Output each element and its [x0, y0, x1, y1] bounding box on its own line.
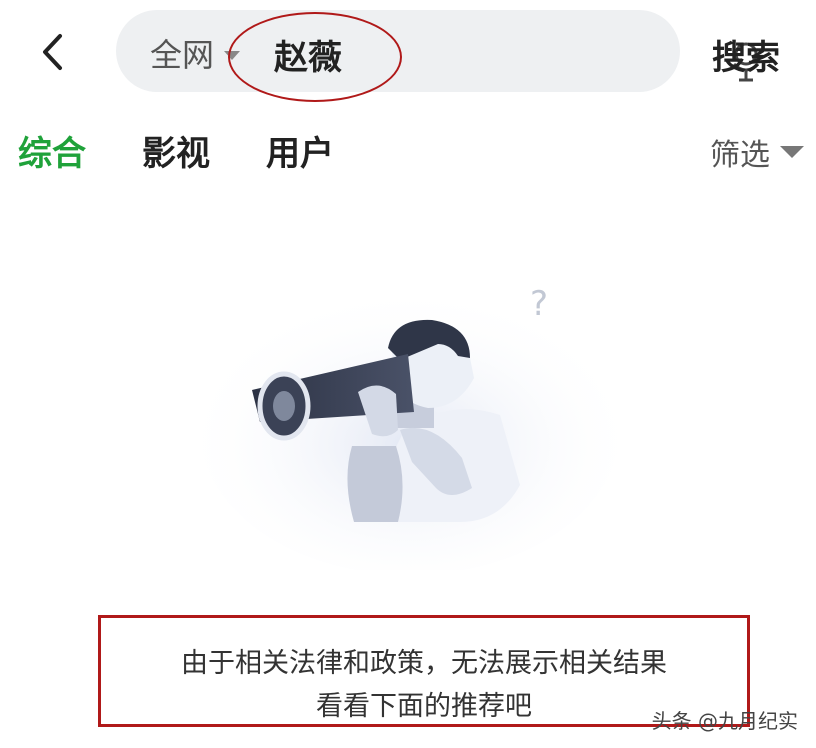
tab-comprehensive[interactable]: 综合 — [18, 126, 86, 175]
search-button[interactable]: 搜索 — [712, 30, 780, 79]
empty-state-illustration: ? — [200, 284, 620, 570]
watermark: 头条 @九月纪实 — [651, 709, 798, 733]
annotation-circle — [228, 12, 402, 102]
notice-line-1: 由于相关法律和政策，无法展示相关结果 — [181, 648, 667, 679]
question-mark: ? — [530, 284, 548, 324]
search-scope-dropdown[interactable]: 全网 — [150, 30, 241, 76]
tab-film-tv[interactable]: 影视 — [142, 126, 210, 175]
search-scope-label: 全网 — [150, 36, 215, 74]
caret-down-icon — [780, 146, 804, 158]
tab-users[interactable]: 用户 — [266, 126, 334, 175]
result-tabs: 综合 影视 用户 — [18, 126, 334, 175]
chevron-left-icon — [43, 34, 62, 70]
filter-button[interactable]: 筛选 — [710, 130, 804, 174]
filter-label: 筛选 — [710, 138, 770, 173]
notice-line-2: 看看下面的推荐吧 — [316, 691, 532, 722]
back-button[interactable] — [30, 28, 74, 76]
